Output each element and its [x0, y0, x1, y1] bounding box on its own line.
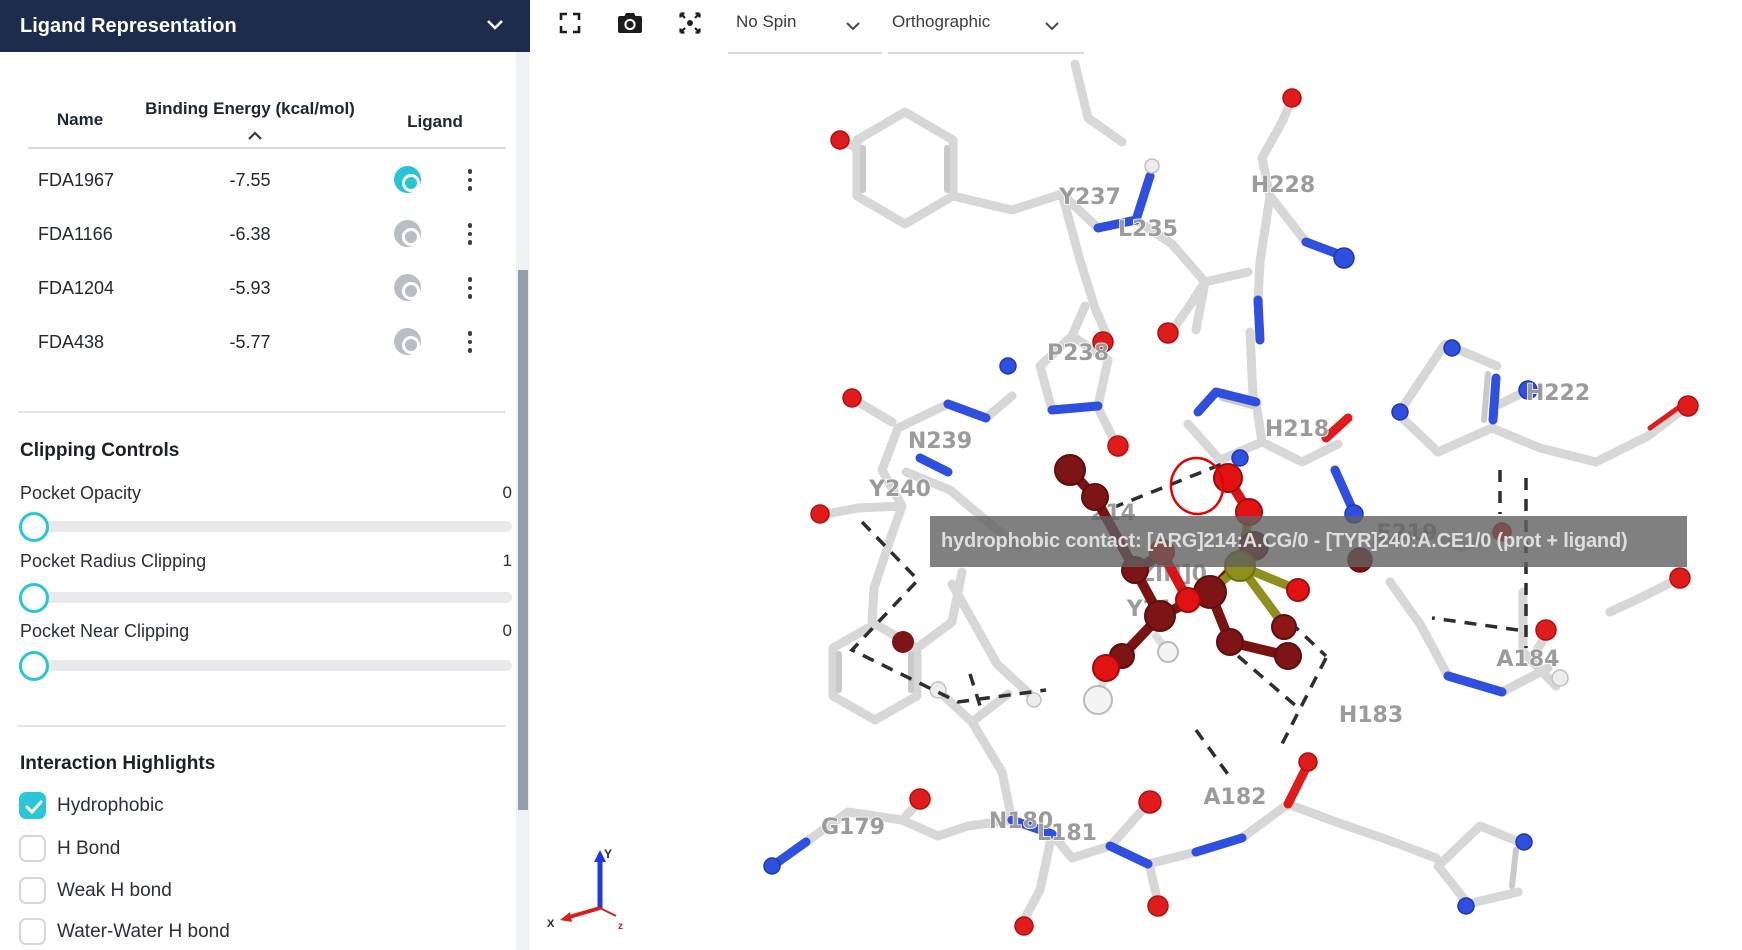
residue-label-P238: P238	[1047, 341, 1109, 366]
pocket-opacity-slider[interactable]	[18, 521, 512, 532]
residue-label-G179: G179	[821, 815, 885, 840]
residue-label-H228: H228	[1251, 173, 1315, 198]
ligand-visibility-toggle[interactable]	[394, 220, 421, 247]
spin-chevron-down-icon[interactable]	[845, 18, 861, 36]
column-header-name[interactable]: Name	[40, 110, 120, 130]
ligand-name: FDA1204	[38, 278, 158, 299]
pocket-near-clipping-slider-handle[interactable]	[19, 651, 49, 681]
column-header-binding-energy[interactable]: Binding Energy (kcal/mol)	[130, 99, 370, 119]
ligand-visibility-toggle[interactable]	[394, 166, 421, 193]
axis-y-label: Y	[604, 847, 612, 861]
center-view-button[interactable]	[676, 10, 704, 38]
residue-label-Y240: Y240	[868, 477, 931, 502]
camera-icon	[617, 11, 643, 35]
residue-label-H183: H183	[1339, 703, 1403, 728]
hydrophobic-checkbox[interactable]	[19, 792, 46, 819]
pocket-near-clipping-label: Pocket Near Clipping	[20, 621, 189, 642]
axis-gizmo: Y X z	[547, 847, 623, 932]
row-menu-button[interactable]	[461, 328, 479, 356]
pocket-near-clipping-slider[interactable]	[18, 660, 512, 671]
pocket-opacity-slider-handle[interactable]	[19, 512, 49, 542]
weak-h-bond-checkbox[interactable]	[19, 877, 46, 904]
sidebar-scrollbar-thumb[interactable]	[518, 270, 528, 810]
pocket-radius-clipping-slider[interactable]	[18, 592, 512, 603]
projection-chevron-down-icon[interactable]	[1044, 18, 1060, 36]
water-water-h-bond-label: Water-Water H bond	[57, 921, 230, 943]
sort-ascending-icon[interactable]	[247, 128, 263, 146]
h-bond-label: H Bond	[57, 838, 120, 860]
ligand-name: FDA438	[38, 332, 158, 353]
column-header-ligand: Ligand	[398, 112, 472, 132]
pocket-opacity-label: Pocket Opacity	[20, 483, 141, 504]
ligand-name: FDA1166	[38, 224, 158, 245]
ligand-visibility-toggle[interactable]	[394, 328, 421, 355]
interaction-highlights-title: Interaction Highlights	[20, 753, 215, 775]
residue-label-N239: N239	[908, 429, 972, 454]
residue-label-H218: H218	[1265, 417, 1329, 442]
residue-label-Y237: Y237	[1058, 185, 1121, 210]
row-menu-button[interactable]	[461, 220, 479, 248]
screenshot-button[interactable]	[616, 10, 644, 38]
clipping-controls-title: Clipping Controls	[20, 440, 179, 462]
projection-select[interactable]: Orthographic	[892, 12, 990, 32]
row-menu-button[interactable]	[461, 274, 479, 302]
fullscreen-button[interactable]	[556, 10, 584, 38]
axis-x-label: X	[547, 918, 555, 930]
panel-chevron-down-icon[interactable]	[486, 17, 504, 35]
ligand-representation-panel: Ligand Representation Name Binding Energ…	[0, 0, 530, 950]
pocket-radius-clipping-label: Pocket Radius Clipping	[20, 551, 206, 572]
row-menu-button[interactable]	[461, 166, 479, 194]
ligand-visibility-toggle[interactable]	[394, 274, 421, 301]
fullscreen-icon	[558, 11, 582, 35]
residue-label-A182: A182	[1204, 785, 1267, 810]
spin-select[interactable]: No Spin	[736, 12, 796, 32]
weak-h-bond-label: Weak H bond	[57, 880, 172, 902]
residue-label-L235: L235	[1118, 217, 1178, 242]
section-divider	[18, 725, 506, 727]
panel-header[interactable]: Ligand Representation	[0, 0, 530, 52]
pocket-opacity-value: 0	[452, 483, 512, 503]
ligand	[1055, 455, 1309, 714]
binding-energy-value: -5.93	[150, 278, 350, 299]
residue-labels-layer: Y237L235H228P238N239Y240H218H222E219214[…	[821, 173, 1590, 846]
binding-energy-value: -6.38	[150, 224, 350, 245]
pocket-near-clipping-value: 0	[452, 621, 512, 641]
table-header-divider	[28, 147, 506, 149]
binding-energy-value: -5.77	[150, 332, 350, 353]
panel-title: Ligand Representation	[20, 15, 237, 38]
pocket-radius-clipping-slider-handle[interactable]	[19, 583, 49, 613]
residue-label-A184: A184	[1497, 647, 1560, 672]
section-divider	[18, 411, 506, 413]
binding-energy-value: -7.55	[150, 170, 350, 191]
axis-z-label: z	[618, 921, 623, 932]
residue-label-H222: H222	[1526, 381, 1590, 406]
residue-label-L181: L181	[1037, 821, 1097, 846]
ligand-name: FDA1967	[38, 170, 158, 191]
hydrophobic-label: Hydrophobic	[57, 795, 164, 817]
center-view-icon	[677, 10, 703, 36]
projection-select-underline	[888, 52, 1084, 54]
spin-select-underline	[728, 52, 882, 54]
h-bond-checkbox[interactable]	[19, 835, 46, 862]
contact-tooltip: hydrophobic contact: [ARG]214:A.CG/0 - […	[930, 516, 1687, 567]
pocket-radius-clipping-value: 1	[452, 551, 512, 571]
sidebar-scrollbar-track[interactable]	[516, 52, 529, 950]
water-water-h-bond-checkbox[interactable]	[19, 918, 46, 945]
